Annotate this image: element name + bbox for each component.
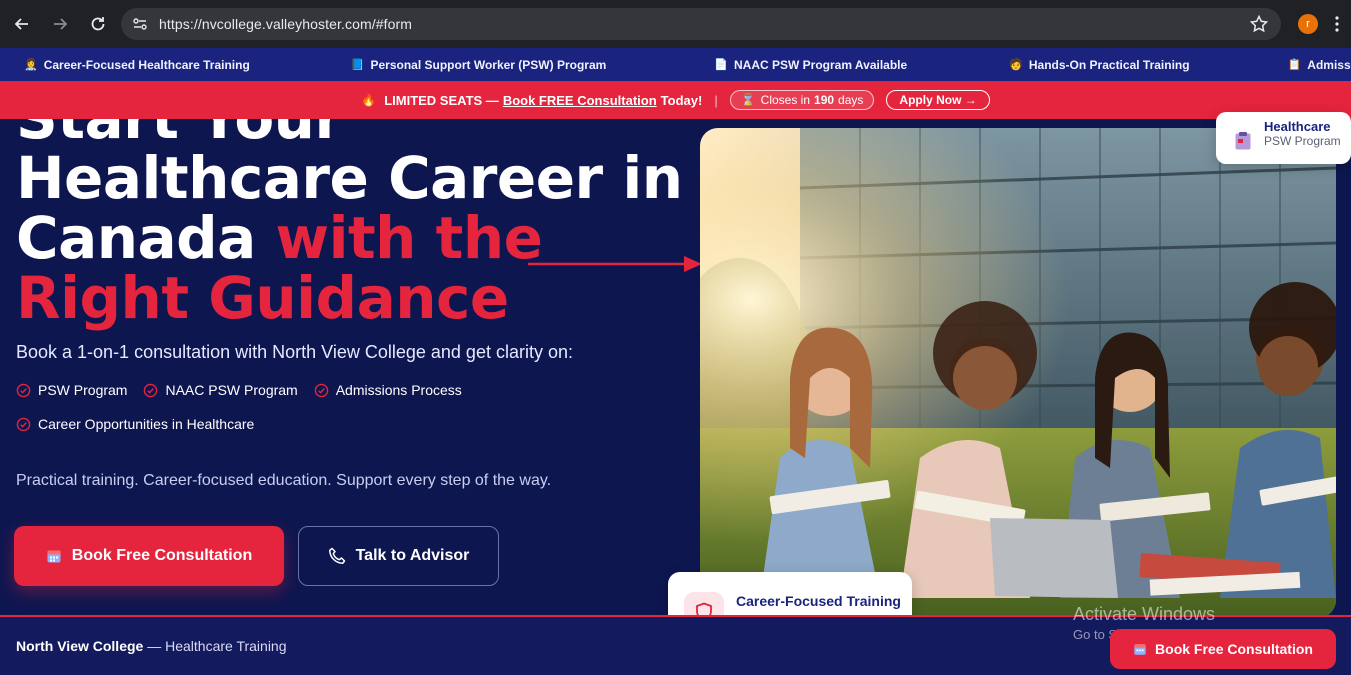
reload-button[interactable] bbox=[80, 6, 116, 42]
ticker-separator bbox=[672, 62, 677, 67]
list-item: NAAC PSW Program bbox=[143, 382, 298, 398]
bookmark-star-icon[interactable] bbox=[1249, 14, 1269, 34]
back-button[interactable] bbox=[4, 6, 40, 42]
profile-avatar[interactable]: r bbox=[1298, 14, 1318, 34]
students-illustration bbox=[700, 128, 1336, 618]
hero-headline: Start Your Healthcare Career in Canada w… bbox=[16, 88, 683, 332]
site-info-icon[interactable] bbox=[125, 12, 155, 36]
browser-toolbar: https://nvcollege.valleyhoster.com/#form… bbox=[0, 0, 1351, 48]
check-circle-icon bbox=[144, 383, 158, 397]
list-item: PSW Program bbox=[16, 382, 127, 398]
list-item: Admissions Process bbox=[314, 382, 462, 398]
ticker-separator bbox=[1253, 62, 1258, 67]
ticker-separator bbox=[973, 62, 978, 67]
talk-to-advisor-button[interactable]: Talk to Advisor bbox=[298, 526, 499, 586]
students-photo bbox=[700, 128, 1336, 618]
more-menu-icon[interactable] bbox=[1334, 14, 1340, 34]
url-text[interactable]: https://nvcollege.valleyhoster.com/#form bbox=[159, 16, 412, 32]
ticker-item: 📘 Personal Support Worker (PSW) Program bbox=[350, 57, 607, 72]
address-bar[interactable]: https://nvcollege.valleyhoster.com/#form bbox=[121, 8, 1281, 40]
book-consultation-button[interactable]: Book Free Consultation bbox=[14, 526, 284, 586]
arrow-right-icon bbox=[528, 256, 702, 272]
ticker-item: 📄 NAAC PSW Program Available bbox=[714, 57, 908, 72]
phone-icon bbox=[328, 547, 345, 565]
apply-now-button[interactable]: Apply Now → bbox=[886, 90, 990, 110]
clipboard-icon bbox=[1235, 132, 1251, 150]
hourglass-icon: ⌛ bbox=[740, 93, 756, 107]
ticker-separator bbox=[315, 62, 320, 67]
check-circle-icon bbox=[16, 417, 31, 431]
healthcare-badge: Healthcare PSW Program bbox=[1216, 112, 1351, 164]
hero-tagline: Practical training. Career-focused educa… bbox=[16, 472, 552, 489]
list-item: Career Opportunities in Healthcare bbox=[16, 416, 254, 432]
ticker-item: 👩‍⚕️ Career-Focused Healthcare Training bbox=[24, 57, 250, 72]
ticker-item: 📋Admissions Guidan bbox=[1287, 57, 1351, 72]
ticker-item: 🧑 Hands-On Practical Training bbox=[1009, 57, 1190, 72]
hero-subtitle: Book a 1-on-1 consultation with North Vi… bbox=[16, 342, 573, 362]
check-circle-icon bbox=[16, 383, 31, 397]
calendar-icon bbox=[1134, 644, 1146, 655]
flame-icon: 🔥 bbox=[361, 93, 377, 107]
promo-bar: 🔥 LIMITED SEATS — Book FREE Consultation… bbox=[0, 81, 1351, 119]
countdown-badge: ⌛ Closes in 190 days bbox=[729, 90, 875, 110]
floating-book-consultation-button[interactable]: Book Free Consultation bbox=[1110, 629, 1336, 669]
arrow-right-icon bbox=[54, 18, 68, 30]
footer-brand: North View College bbox=[16, 638, 144, 654]
reload-icon bbox=[91, 17, 105, 31]
benefits-list: PSW Program NAAC PSW Program Admissions … bbox=[16, 382, 516, 432]
book-consultation-link[interactable]: Book FREE Consultation bbox=[503, 93, 657, 108]
calendar-icon bbox=[47, 550, 61, 563]
check-circle-icon bbox=[314, 383, 329, 397]
arrow-left-icon bbox=[14, 18, 28, 30]
announcement-ticker: 👩‍⚕️ Career-Focused Healthcare Training 📘… bbox=[0, 48, 1351, 81]
forward-button[interactable] bbox=[42, 6, 78, 42]
